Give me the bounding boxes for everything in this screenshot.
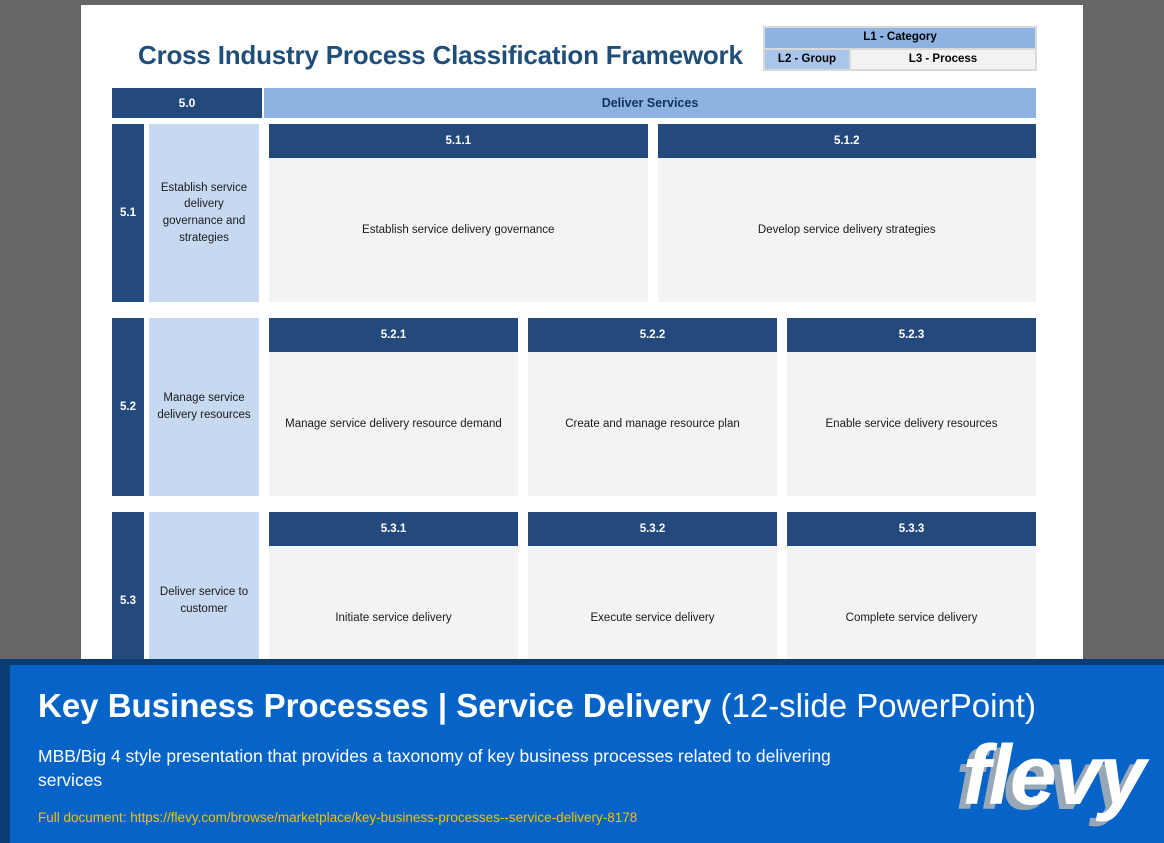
category-band: 5.0 Deliver Services: [112, 88, 1036, 118]
process-card-5-1-1[interactable]: 5.1.1 Establish service delivery governa…: [269, 124, 648, 302]
legend-row-l1: L1 - Category: [765, 28, 1035, 48]
banner-title-main: Key Business Processes | Service Deliver…: [38, 687, 712, 724]
flevy-logo[interactable]: flevy: [944, 728, 1146, 833]
legend: L1 - Category L2 - Group L3 - Process: [763, 26, 1037, 72]
process-card-5-2-1[interactable]: 5.2.1 Manage service delivery resource d…: [269, 318, 518, 496]
process-card-5-1-2[interactable]: 5.1.2 Develop service delivery strategie…: [657, 124, 1036, 302]
process-name: Create and manage resource plan: [565, 417, 740, 430]
banner-title: Key Business Processes | Service Deliver…: [38, 687, 1036, 725]
process-number: 5.3.1: [269, 512, 518, 546]
process-list: 5.2.1 Manage service delivery resource d…: [264, 318, 1036, 496]
process-name: Establish service delivery governance: [362, 223, 555, 236]
process-number: 5.2.3: [787, 318, 1036, 352]
group-number: 5.1: [112, 124, 144, 302]
process-card-5-3-1[interactable]: 5.3.1 Initiate service delivery: [269, 512, 518, 665]
process-card-5-3-2[interactable]: 5.3.2 Execute service delivery: [528, 512, 777, 665]
process-name: Manage service delivery resource demand: [285, 417, 502, 430]
process-card-5-2-2[interactable]: 5.2.2 Create and manage resource plan: [528, 318, 777, 496]
slide-canvas: Cross Industry Process Classification Fr…: [81, 5, 1083, 665]
category-number: 5.0: [112, 88, 262, 118]
legend-item-l3-process: L3 - Process: [851, 49, 1035, 70]
process-number: 5.3.3: [787, 512, 1036, 546]
banner-left-edge: [0, 665, 10, 843]
group-number: 5.3: [112, 512, 144, 665]
group-number: 5.2: [112, 318, 144, 496]
process-card-5-2-3[interactable]: 5.2.3 Enable service delivery resources: [787, 318, 1036, 496]
group-row-5-2: 5.2 Manage service delivery resources 5.…: [112, 318, 1036, 496]
process-name: Enable service delivery resources: [825, 417, 998, 430]
flevy-logo-text: flevy: [962, 728, 1146, 822]
group-name: Manage service delivery resources: [149, 318, 259, 496]
process-number: 5.2.2: [528, 318, 777, 352]
legend-row-l2-l3: L2 - Group L3 - Process: [765, 49, 1035, 70]
process-number: 5.1.1: [269, 124, 648, 158]
page-title: Cross Industry Process Classification Fr…: [138, 40, 743, 70]
process-name: Develop service delivery strategies: [757, 223, 936, 236]
group-row-5-3: 5.3 Deliver service to customer 5.3.1 In…: [112, 512, 1036, 665]
banner-title-sub: (12-slide PowerPoint): [720, 687, 1036, 724]
process-number: 5.3.2: [528, 512, 777, 546]
process-name: Complete service delivery: [845, 611, 978, 624]
banner-description: MBB/Big 4 style presentation that provid…: [38, 746, 831, 790]
legend-item-l2-group: L2 - Group: [765, 49, 849, 70]
group-row-5-1: 5.1 Establish service delivery governanc…: [112, 124, 1036, 302]
process-name: Initiate service delivery: [335, 611, 452, 624]
legend-item-l1-category: L1 - Category: [765, 28, 1035, 48]
process-list: 5.1.1 Establish service delivery governa…: [264, 124, 1036, 302]
group-name: Establish service delivery governance an…: [149, 124, 259, 302]
category-name: Deliver Services: [264, 88, 1036, 118]
promo-banner: Key Business Processes | Service Deliver…: [0, 665, 1164, 843]
banner-document-link[interactable]: Full document: https://flevy.com/browse/…: [38, 810, 637, 825]
process-list: 5.3.1 Initiate service delivery 5.3.2 Ex…: [264, 512, 1036, 665]
process-number: 5.1.2: [657, 124, 1036, 158]
group-name: Deliver service to customer: [149, 512, 259, 665]
process-number: 5.2.1: [269, 318, 518, 352]
process-name: Execute service delivery: [590, 611, 715, 624]
process-card-5-3-3[interactable]: 5.3.3 Complete service delivery: [787, 512, 1036, 665]
